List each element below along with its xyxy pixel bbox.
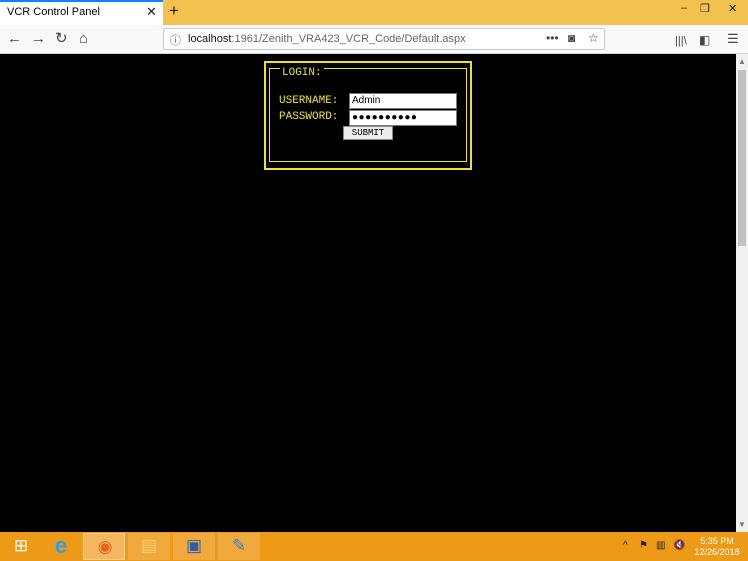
clock-date: 12/26/2018	[694, 547, 740, 557]
address-bar[interactable]: ⓘ localhost:1961/Zenith_VRA423_VCR_Code/…	[163, 28, 605, 50]
close-window-icon[interactable]: ✕	[728, 2, 737, 15]
network-icon[interactable]: ▥	[656, 540, 665, 551]
menu-icon[interactable]: ☰	[727, 30, 739, 48]
taskbar-paint[interactable]: ✎	[218, 533, 260, 560]
taskbar-remote-desktop[interactable]: ▣	[173, 533, 215, 560]
paint-icon: ✎	[231, 536, 247, 555]
tab-title: VCR Control Panel	[7, 6, 100, 18]
username-label: USERNAME:	[279, 95, 339, 107]
forward-icon[interactable]: →	[31, 30, 46, 48]
minimize-icon[interactable]: –	[681, 2, 687, 14]
tab-strip: VCR Control Panel ✕ + – ❐ ✕	[0, 0, 748, 25]
bookmark-star-icon[interactable]: ☆	[588, 31, 599, 45]
action-center-flag-icon[interactable]: ⚑	[639, 540, 648, 551]
password-label: PASSWORD:	[279, 111, 339, 123]
sidebar-icon[interactable]: ◧	[699, 31, 710, 49]
navigation-toolbar: ← → ↻ ⌂ ⓘ localhost:1961/Zenith_VRA423_V…	[0, 25, 748, 54]
scroll-thumb[interactable]	[738, 70, 746, 246]
file-explorer-icon: ▤	[140, 536, 158, 555]
home-icon[interactable]: ⌂	[79, 30, 88, 48]
back-icon[interactable]: ←	[7, 30, 22, 48]
taskbar: ⊞ e ◉ ▤ ▣ ✎ ^ ⚑ ▥ 🔇 5:35 PM 12/26/2018	[0, 532, 748, 561]
windows-start-icon: ⊞	[13, 536, 29, 555]
page-actions-icon[interactable]: •••	[546, 31, 559, 45]
scroll-up-icon[interactable]: ▲	[738, 57, 746, 66]
url-text: localhost:1961/Zenith_VRA423_VCR_Code/De…	[188, 33, 466, 45]
firefox-icon: ◉	[97, 537, 113, 556]
start-button[interactable]: ⊞	[0, 533, 42, 560]
site-info-icon[interactable]: ⓘ	[170, 32, 181, 48]
url-host: localhost	[188, 33, 232, 45]
clock-time: 5:35 PM	[700, 536, 734, 546]
submit-button[interactable]: SUBMIT	[343, 126, 393, 140]
library-icon[interactable]: |||\	[675, 32, 687, 50]
page-viewport: LOGIN: USERNAME: Admin PASSWORD: ●●●●●●●…	[0, 54, 736, 532]
reload-icon[interactable]: ↻	[55, 30, 68, 48]
taskbar-firefox[interactable]: ◉	[83, 533, 125, 560]
url-path: :1961/Zenith_VRA423_VCR_Code/Default.asp…	[231, 33, 466, 45]
scroll-down-icon[interactable]: ▼	[738, 520, 746, 529]
remote-desktop-icon: ▣	[185, 536, 203, 555]
taskbar-internet-explorer[interactable]: e	[40, 533, 82, 560]
login-legend: LOGIN:	[280, 67, 324, 79]
password-input[interactable]: ●●●●●●●●●●	[349, 110, 457, 126]
restore-icon[interactable]: ❐	[700, 2, 710, 15]
taskbar-file-explorer[interactable]: ▤	[128, 533, 170, 560]
username-input[interactable]: Admin	[349, 93, 457, 109]
new-tab-button[interactable]: +	[169, 1, 179, 21]
internet-explorer-icon: e	[54, 533, 68, 558]
close-tab-icon[interactable]: ✕	[146, 4, 157, 20]
tab-vcr-control-panel[interactable]: VCR Control Panel ✕	[0, 0, 163, 25]
pocket-icon[interactable]: ◙	[568, 31, 575, 45]
volume-muted-icon[interactable]: 🔇	[673, 540, 685, 551]
system-clock[interactable]: 5:35 PM 12/26/2018	[694, 536, 740, 558]
page-scrollbar[interactable]: ▲ ▼	[736, 54, 748, 532]
show-hidden-icons-chevron-icon[interactable]: ^	[623, 540, 628, 551]
